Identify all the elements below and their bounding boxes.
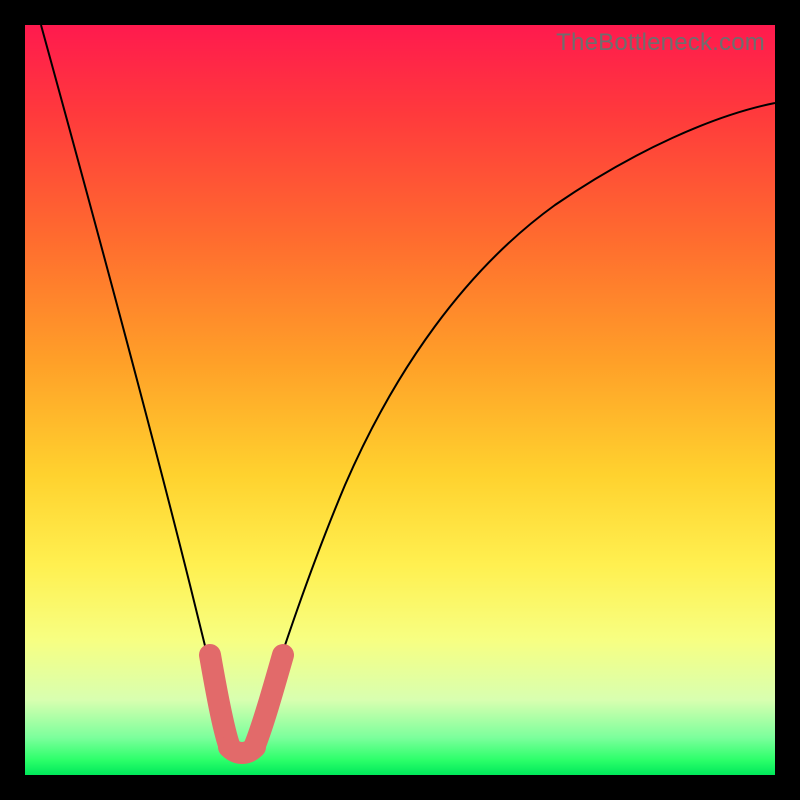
bottleneck-curve <box>41 25 775 755</box>
highlight-right-arm <box>255 655 283 745</box>
highlight-left-arm <box>210 655 229 745</box>
chart-frame: TheBottleneck.com <box>25 25 775 775</box>
chart-svg <box>25 25 775 775</box>
